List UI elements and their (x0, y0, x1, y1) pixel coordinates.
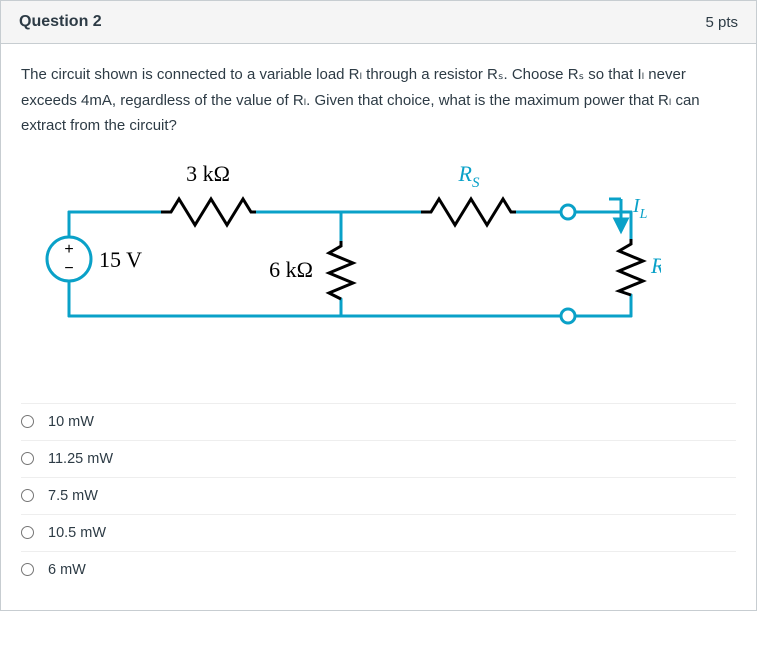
option-3[interactable]: 10.5 mW (21, 514, 736, 551)
option-4-label[interactable]: 6 mW (48, 562, 86, 578)
option-1[interactable]: 11.25 mW (21, 440, 736, 477)
rs-sub: S (472, 175, 480, 191)
source-plus: + (64, 241, 73, 258)
source-label: 15 V (99, 247, 142, 272)
source-minus: − (64, 260, 73, 277)
r1-label: 3 kΩ (186, 161, 230, 186)
option-2[interactable]: 7.5 mW (21, 477, 736, 514)
question-title: Question 2 (19, 13, 102, 31)
option-0[interactable]: 10 mW (21, 403, 736, 440)
answer-options: 10 mW 11.25 mW 7.5 mW 10.5 mW 6 mW (21, 403, 736, 588)
question-prompt: The circuit shown is connected to a vari… (21, 62, 736, 139)
question-card: Question 2 5 pts The circuit shown is co… (0, 0, 757, 611)
question-points: 5 pts (705, 14, 738, 31)
rs-label: R (458, 161, 473, 186)
rl-label: R (650, 253, 661, 278)
option-4[interactable]: 6 mW (21, 551, 736, 588)
option-4-radio[interactable] (21, 563, 34, 576)
r2-label: 6 kΩ (269, 257, 313, 282)
option-1-label[interactable]: 11.25 mW (48, 451, 113, 467)
svg-text:IL: IL (632, 195, 648, 222)
option-3-label[interactable]: 10.5 mW (48, 525, 106, 541)
il-sub: L (639, 207, 648, 222)
svg-text:RS: RS (458, 161, 480, 191)
option-2-radio[interactable] (21, 489, 34, 502)
option-0-radio[interactable] (21, 415, 34, 428)
question-body: The circuit shown is connected to a vari… (1, 44, 756, 610)
circuit-diagram: + − 15 V 3 kΩ 6 kΩ RS RL (21, 151, 661, 381)
option-0-label[interactable]: 10 mW (48, 414, 94, 430)
question-header: Question 2 5 pts (1, 1, 756, 44)
option-2-label[interactable]: 7.5 mW (48, 488, 98, 504)
svg-text:RL: RL (650, 253, 661, 283)
option-1-radio[interactable] (21, 452, 34, 465)
option-3-radio[interactable] (21, 526, 34, 539)
